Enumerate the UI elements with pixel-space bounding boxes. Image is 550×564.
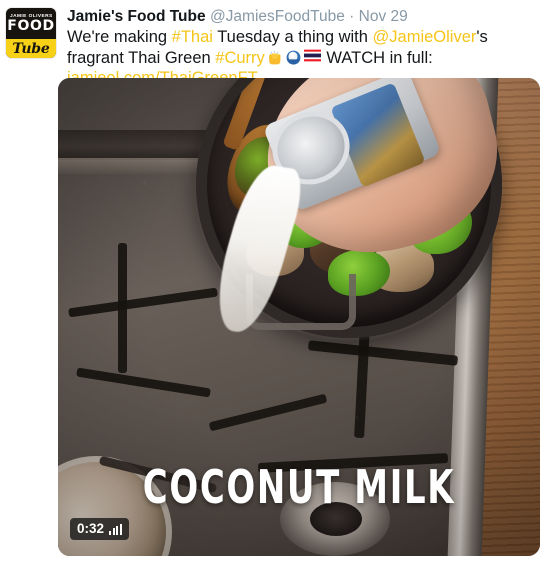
- mention-jamieoliver[interactable]: @JamieOliver: [373, 28, 477, 46]
- tweet-header: JAMIE OLIVERS FOOD Tube Jamie's Food Tub…: [0, 0, 550, 89]
- thailand-flag-icon: [303, 49, 321, 66]
- separator-dot: ·: [349, 8, 355, 25]
- sound-bars-icon: [109, 523, 122, 535]
- author-line: Jamie's Food Tube @JamiesFoodTube · Nov …: [67, 7, 542, 26]
- avatar[interactable]: JAMIE OLIVERS FOOD Tube: [6, 8, 56, 58]
- video-thumbnail[interactable]: COCONUT MILK 0:32: [58, 78, 540, 556]
- avatar-kicker-text: JAMIE OLIVERS: [9, 12, 53, 18]
- avatar-food-text: FOOD: [7, 18, 55, 35]
- author-display-name[interactable]: Jamie's Food Tube: [67, 8, 206, 25]
- rice-bowl-icon: [285, 49, 302, 66]
- avatar-tube-text: Tube: [12, 40, 50, 57]
- tweet-header-text: Jamie's Food Tube @JamiesFoodTube · Nov …: [56, 6, 542, 89]
- tweet-date[interactable]: Nov 29: [359, 8, 408, 25]
- author-handle[interactable]: @JamiesFoodTube: [210, 8, 345, 25]
- video-caption: COCONUT MILK: [142, 460, 456, 514]
- avatar-logo-top: JAMIE OLIVERS FOOD: [6, 8, 56, 39]
- text-segment-1: We're making: [67, 28, 172, 46]
- raised-hands-icon: [266, 49, 283, 66]
- hashtag-curry[interactable]: #Curry: [215, 49, 265, 67]
- text-segment-2: Tuesday a thing with: [212, 28, 373, 46]
- burner-grate: [118, 243, 127, 373]
- avatar-logo-bottom: Tube: [6, 39, 56, 58]
- text-segment-4: WATCH in full:: [321, 48, 433, 67]
- video-duration-text: 0:32: [77, 521, 105, 537]
- tweet-card[interactable]: JAMIE OLIVERS FOOD Tube Jamie's Food Tub…: [0, 0, 550, 564]
- hashtag-thai[interactable]: #Thai: [172, 28, 213, 46]
- video-duration-badge[interactable]: 0:32: [70, 518, 129, 540]
